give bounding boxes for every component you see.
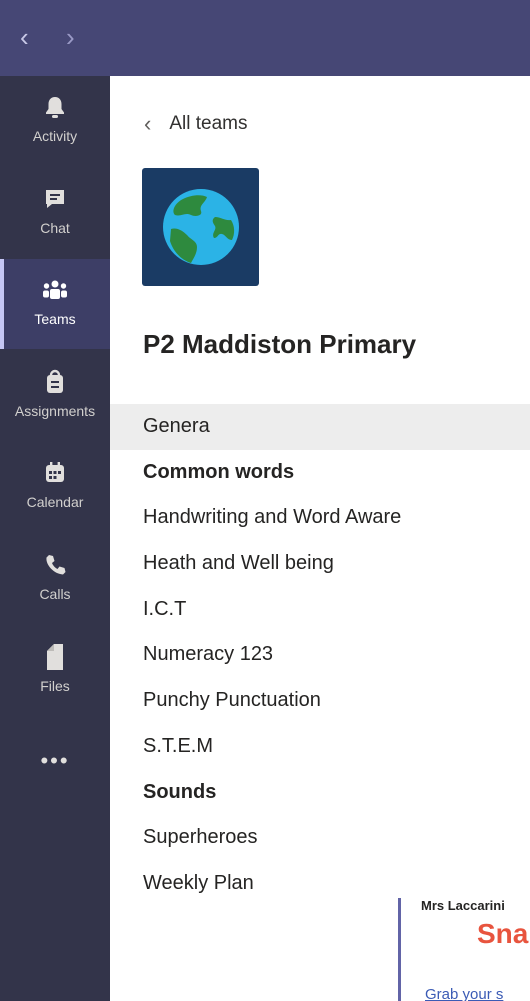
back-arrow-icon[interactable]: ‹ [20, 22, 29, 52]
teams-panel: ‹ All teams P2 Maddiston Primary Genera … [110, 76, 530, 1001]
rail-item-calls[interactable]: Calls [0, 534, 110, 624]
channel-item-numeracy[interactable]: Numeracy 123 [110, 632, 530, 678]
bell-icon [0, 94, 110, 120]
team-name: P2 Maddiston Primary [143, 329, 417, 359]
channel-item-stem[interactable]: S.T.E.M [110, 724, 530, 770]
assignments-icon [0, 369, 110, 395]
channel-item-handwriting[interactable]: Handwriting and Word Aware [110, 495, 530, 541]
rail-item-label: Files [40, 678, 70, 694]
channel-item-ict[interactable]: I.C.T [110, 587, 530, 633]
channel-item-general[interactable]: Genera [110, 404, 530, 450]
channel-item-superheroes[interactable]: Superheroes [110, 815, 530, 861]
rail-item-calendar[interactable]: Calendar [0, 442, 110, 532]
rail-item-label: Teams [34, 311, 76, 327]
chevron-left-icon: ‹ [144, 111, 152, 136]
teams-icon [0, 277, 110, 303]
rail-item-label: Calendar [26, 494, 84, 510]
rail-item-label: Activity [32, 128, 78, 144]
calendar-icon [0, 460, 110, 486]
all-teams-link[interactable]: ‹ All teams [144, 110, 247, 138]
file-icon [0, 644, 110, 670]
more-apps-icon[interactable]: ••• [0, 748, 110, 774]
forward-arrow-icon[interactable]: › [66, 22, 75, 52]
title-bar: ‹ › [0, 0, 530, 76]
post-preview-card[interactable]: Mrs Laccarini Sna Grab your s [398, 898, 530, 1001]
rail-item-chat[interactable]: Chat [0, 168, 110, 258]
channel-item-health[interactable]: Heath and Well being [110, 541, 530, 587]
channel-item-punctuation[interactable]: Punchy Punctuation [110, 678, 530, 724]
channel-item-sounds[interactable]: Sounds [110, 770, 530, 816]
channel-list: Genera Common words Handwriting and Word… [110, 404, 530, 907]
post-author: Mrs Laccarini [421, 898, 505, 913]
post-headline: Sna [477, 918, 529, 949]
rail-item-label: Assignments [14, 403, 96, 419]
rail-item-activity[interactable]: Activity [0, 76, 110, 166]
rail-item-label: Calls [39, 586, 71, 602]
phone-icon [0, 552, 110, 578]
rail-item-teams[interactable]: Teams [0, 259, 110, 349]
chat-icon [0, 186, 110, 212]
post-link[interactable]: Grab your s [425, 986, 503, 1001]
rail-item-files[interactable]: Files [0, 626, 110, 716]
globe-icon [162, 189, 239, 265]
rail-item-assignments[interactable]: Assignments [0, 351, 110, 441]
team-avatar[interactable] [142, 168, 259, 286]
rail-item-label: Chat [40, 220, 70, 236]
all-teams-label: All teams [169, 113, 248, 134]
app-rail: Activity Chat Teams Assignments Calendar… [0, 76, 110, 1001]
channel-item-common-words[interactable]: Common words [110, 450, 530, 496]
